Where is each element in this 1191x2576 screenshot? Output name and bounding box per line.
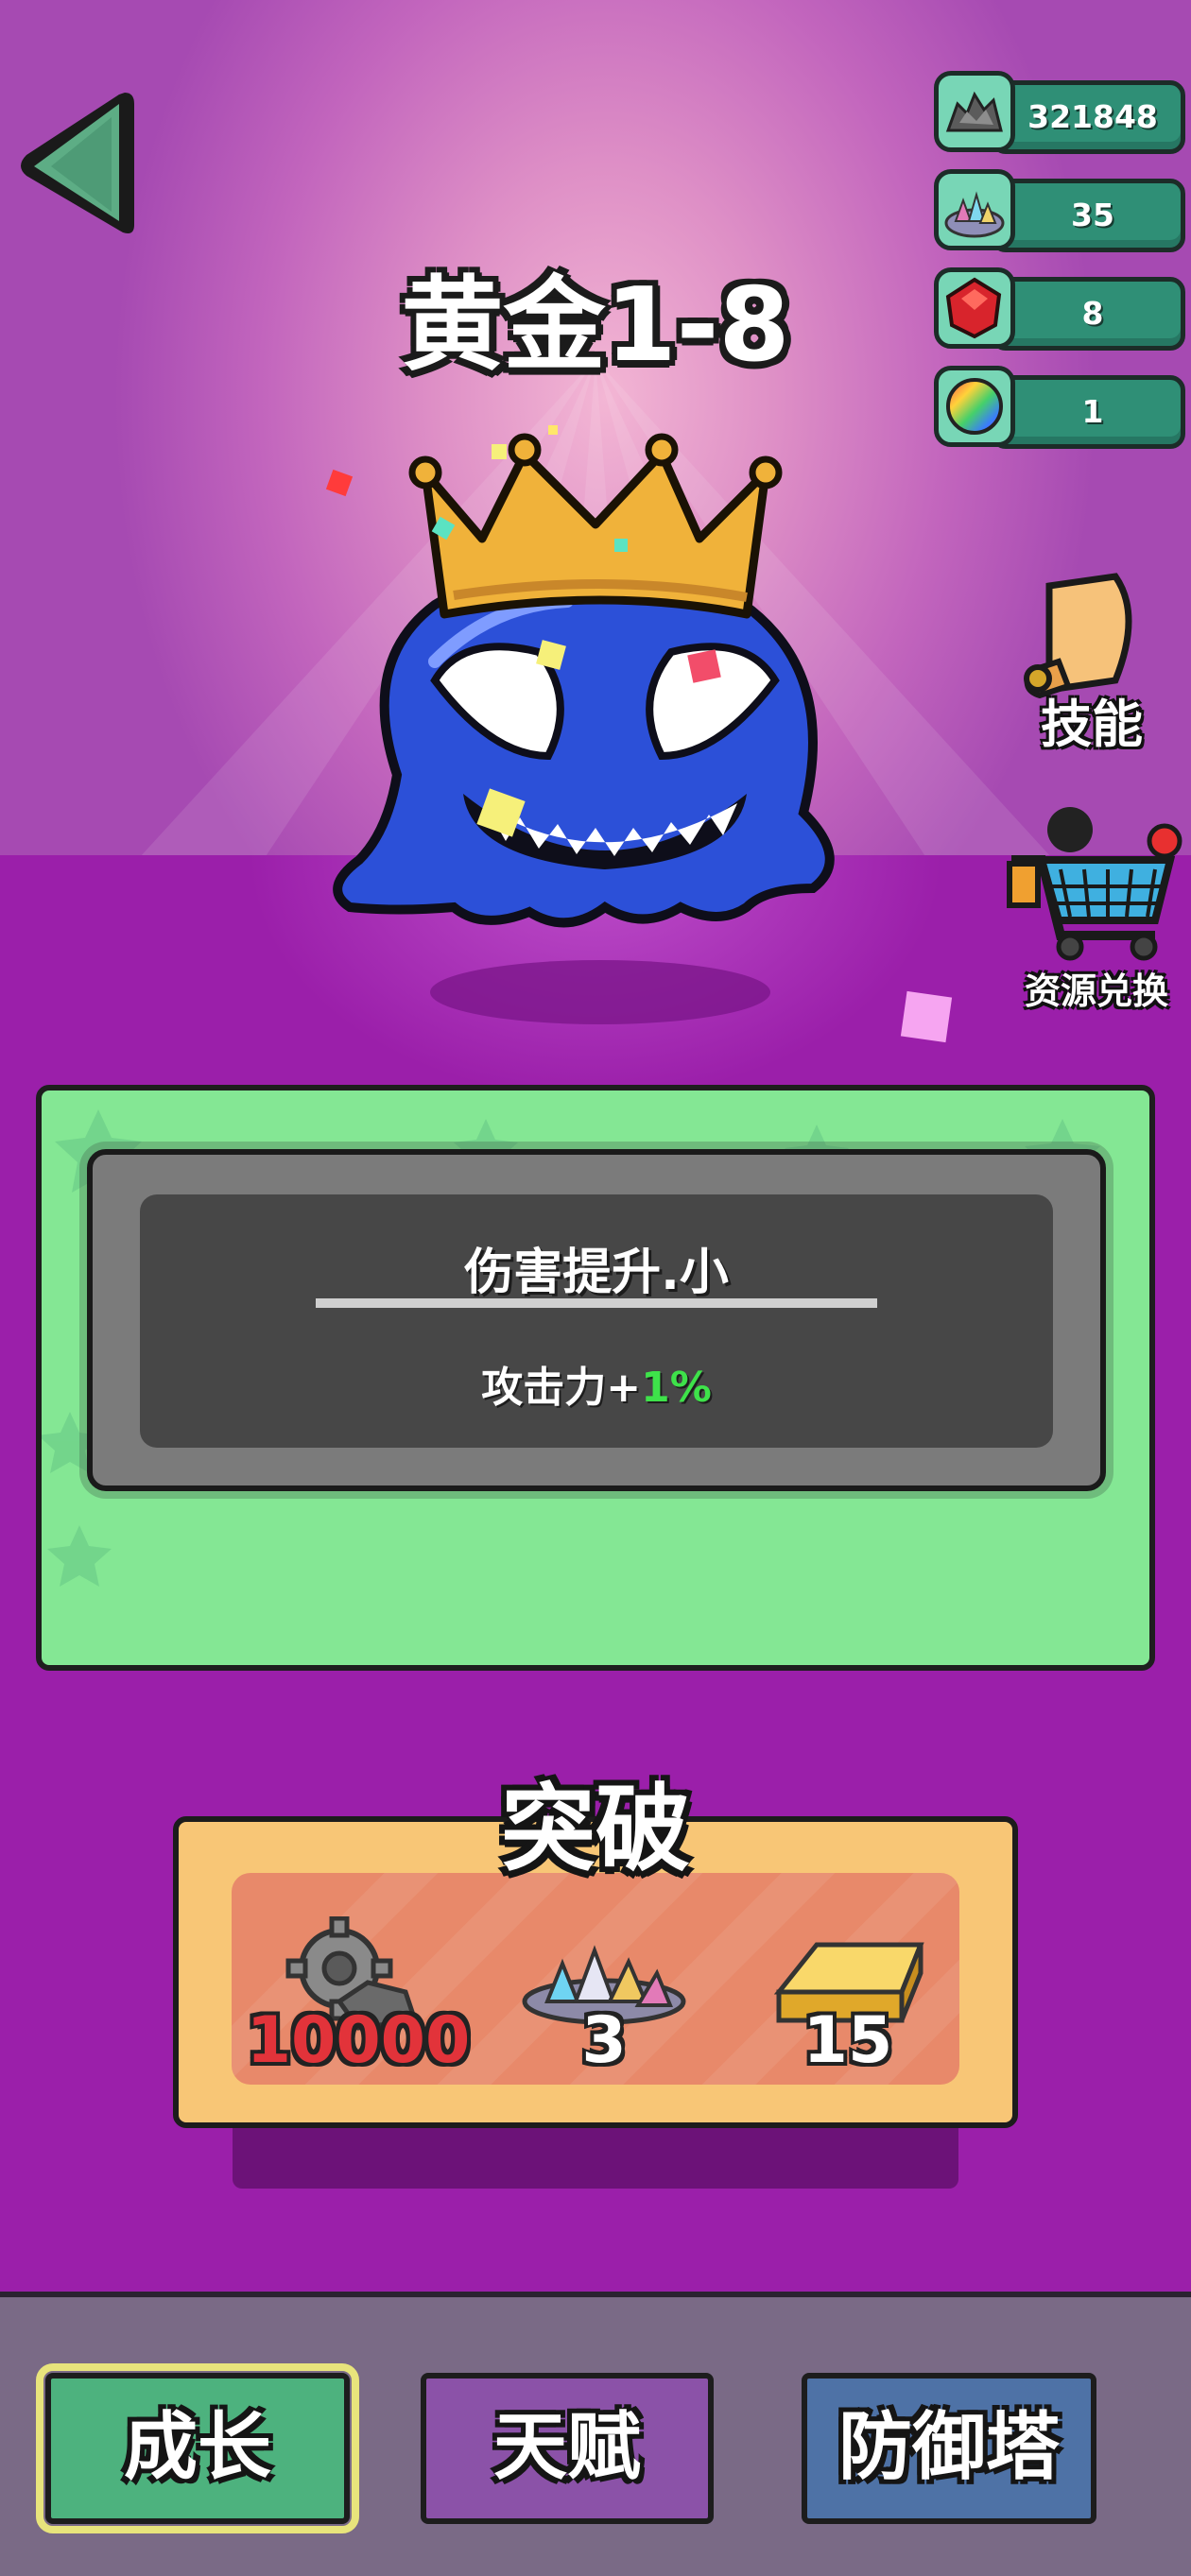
bottom-nav: 成长 天赋 防御塔 [0, 2292, 1191, 2576]
scrap-metal-icon [934, 71, 1015, 152]
resource-exchange-button[interactable]: 资源兑换 [1002, 803, 1191, 1012]
tab-talent[interactable]: 天赋 [421, 2373, 714, 2524]
back-button[interactable] [13, 83, 136, 246]
skills-button[interactable]: 技能 [1002, 558, 1182, 765]
rainbow-orb-icon [934, 366, 1015, 447]
cost-crystal-amount: 3 [581, 2003, 627, 2078]
upgrade-info-panel: 伤害提升.小 攻击力+1% [36, 1085, 1155, 1671]
scroll-icon [1024, 573, 1132, 699]
resource-crystal-value: 35 [1071, 197, 1114, 233]
resource-red-gem: 8 [934, 267, 1189, 351]
upgrade-name: 伤害提升.小 [464, 1245, 729, 1301]
resource-exchange-label: 资源兑换 [1024, 970, 1168, 1012]
resource-scrap: 321848 [934, 71, 1189, 154]
stat-label: 攻击力+ [481, 1364, 642, 1412]
resource-rainbow-orb-value: 1 [1081, 393, 1104, 430]
crystal-pile-icon [934, 169, 1015, 250]
back-arrow-icon [21, 93, 134, 233]
upgrade-card: 伤害提升.小 攻击力+1% [140, 1194, 1053, 1448]
divider [316, 1298, 877, 1308]
resource-crystal: 35 [934, 169, 1189, 252]
boss-monster [325, 425, 835, 1024]
confetti-piece [900, 990, 953, 1043]
breakthrough-title: 突破 [501, 1774, 690, 1884]
resource-scrap-value: 321848 [1027, 98, 1158, 135]
stat-value: 1% [641, 1364, 712, 1412]
cost-gold-amount: 15 [803, 2003, 893, 2078]
resource-red-gem-value: 8 [1081, 295, 1104, 332]
stage-title: 黄金1-8 [401, 266, 790, 385]
tab-defense-tower[interactable]: 防御塔 [802, 2373, 1096, 2524]
shopping-cart-icon [1007, 807, 1182, 961]
cost-scrap-amount: 10000 [246, 2003, 471, 2078]
skills-label: 技能 [1041, 695, 1143, 754]
upgrade-stat: 攻击力+1% [140, 1353, 1053, 1414]
tab-growth[interactable]: 成长 [36, 2363, 359, 2533]
red-gem-icon [934, 267, 1015, 349]
resource-rainbow-orb: 1 [934, 366, 1189, 449]
